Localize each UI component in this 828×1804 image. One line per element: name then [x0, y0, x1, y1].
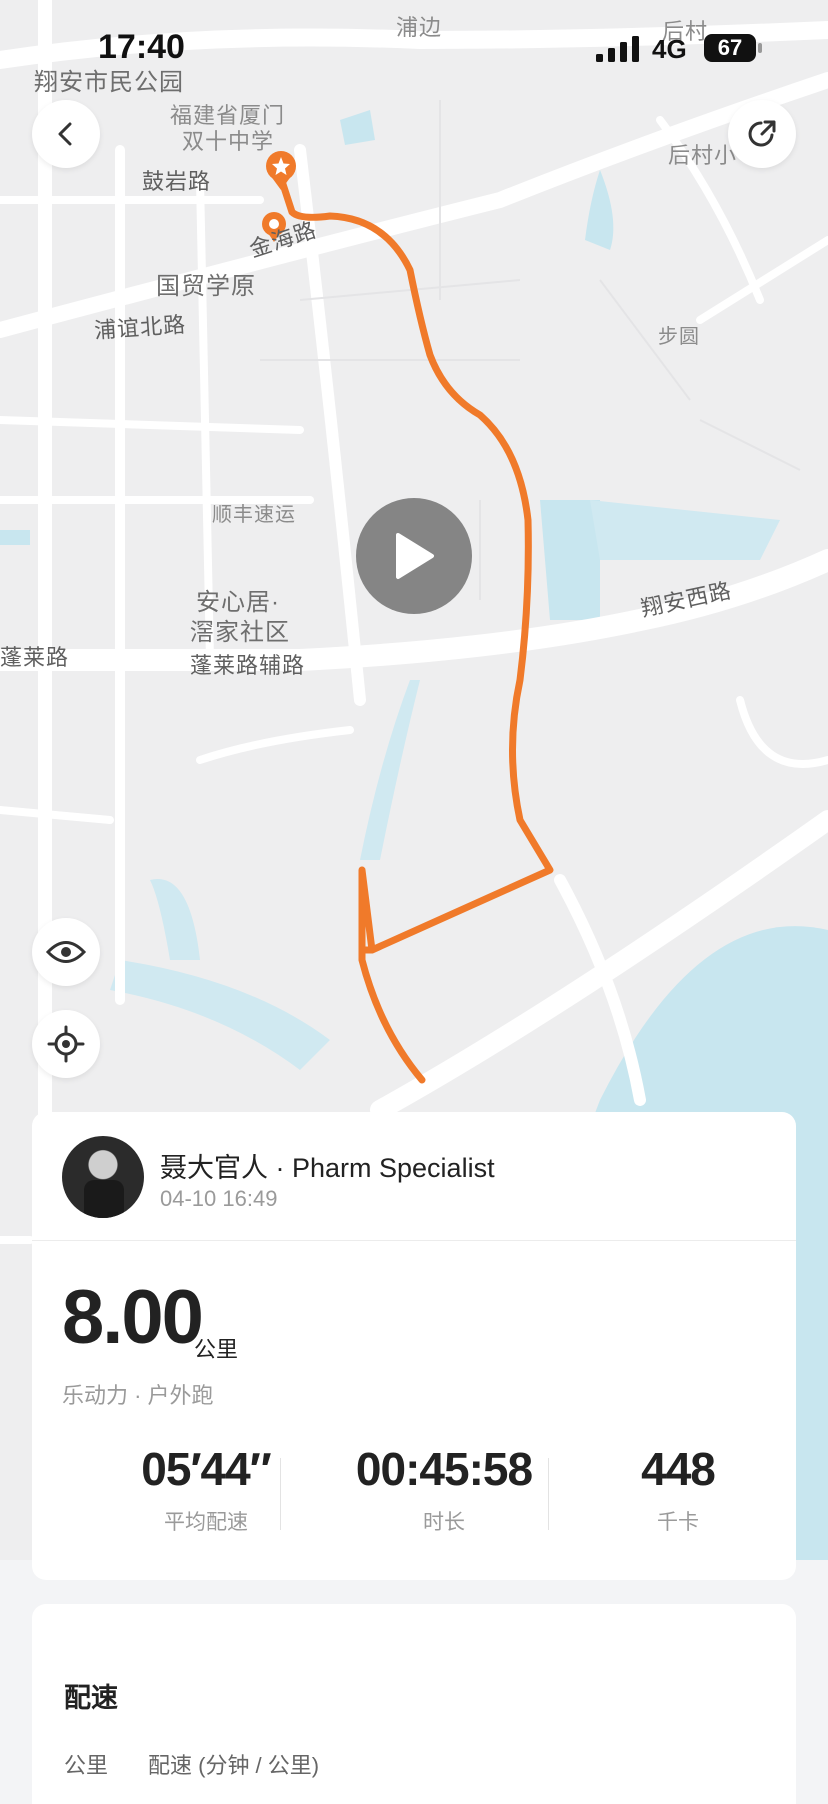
map-label: 双十中学	[182, 129, 275, 154]
pace-col-pace: 配速 (分钟 / 公里)	[148, 1753, 320, 1778]
status-bar: 17:40 4G 67	[0, 0, 828, 100]
divider	[548, 1458, 549, 1530]
avatar[interactable]	[62, 1136, 144, 1218]
summary-card: 聂大官人 · Pharm Specialist 04-10 16:49 8.00…	[32, 1112, 796, 1580]
stat-label: 千卡	[657, 1511, 699, 1534]
chevron-left-icon	[58, 122, 72, 146]
end-marker	[266, 151, 296, 190]
workout-date: 04-10 16:49	[160, 1186, 278, 1211]
status-time: 17:40	[98, 28, 185, 66]
map-label: 国贸学原	[156, 273, 256, 300]
distance-value: 8.00	[62, 1275, 204, 1360]
distance-unit: 公里	[194, 1337, 239, 1362]
divider	[280, 1458, 281, 1530]
stat-value: 05′44″	[141, 1443, 271, 1495]
locate-icon	[47, 1025, 85, 1063]
share-button[interactable]	[728, 100, 796, 168]
map-label: 蓬莱路	[0, 645, 70, 670]
stat-value: 448	[641, 1443, 716, 1495]
pace-title: 配速	[64, 1683, 118, 1713]
pace-col-km: 公里	[64, 1753, 109, 1778]
stat-label: 时长	[423, 1511, 465, 1534]
stat-duration: 00:45:58 时长	[334, 1442, 554, 1536]
locate-button[interactable]	[32, 1010, 100, 1078]
back-button[interactable]	[32, 100, 100, 168]
pace-card: 配速 公里 配速 (分钟 / 公里)	[32, 1604, 796, 1804]
map-label: 顺丰速运	[212, 504, 296, 526]
user-row[interactable]: 聂大官人 · Pharm Specialist 04-10 16:49	[32, 1112, 796, 1241]
share-icon	[748, 120, 776, 147]
stat-calories: 448 千卡	[568, 1442, 788, 1536]
eye-button[interactable]	[32, 918, 100, 986]
battery-icon: 67	[704, 34, 762, 62]
eye-icon	[46, 941, 86, 963]
map-label: 鼓岩路	[142, 169, 212, 194]
play-icon	[396, 533, 434, 579]
map-label: 步圆	[658, 326, 700, 348]
map-label: 滘家社区	[190, 619, 290, 646]
user-name: 聂大官人 · Pharm Specialist	[160, 1153, 495, 1183]
signal-icon	[596, 36, 639, 62]
map-label: 浦谊北路	[93, 311, 187, 344]
map-label: 蓬莱路辅路	[190, 653, 306, 678]
stat-value: 00:45:58	[355, 1443, 533, 1495]
play-button[interactable]	[356, 498, 472, 614]
network-type: 4G	[652, 34, 687, 64]
stat-label: 平均配速	[164, 1511, 248, 1534]
stat-pace: 05′44″ 平均配速	[96, 1442, 316, 1536]
sport-type: 乐动力 · 户外跑	[62, 1383, 214, 1408]
map-label: 后村小	[668, 143, 738, 168]
